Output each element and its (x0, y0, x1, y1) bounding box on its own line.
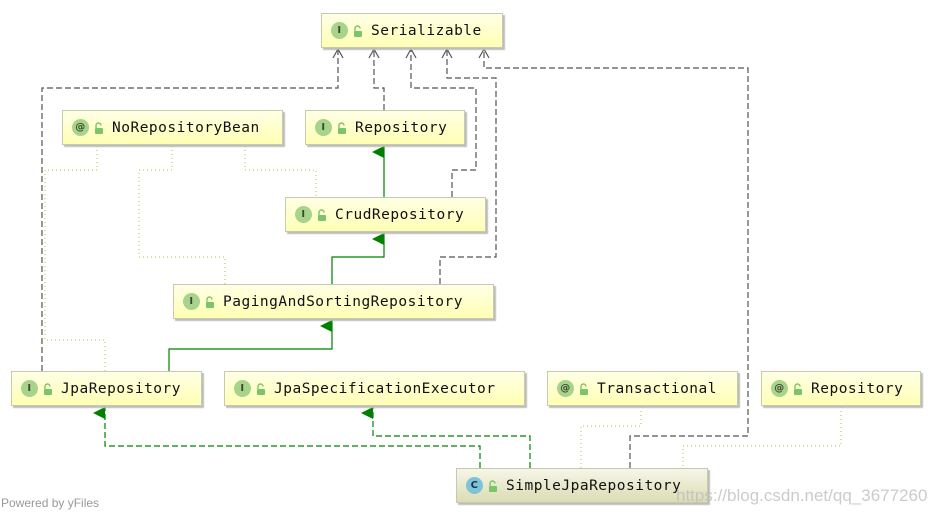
public-lock-icon (257, 382, 265, 395)
interface-icon: I (234, 380, 251, 397)
interface-icon: I (21, 380, 38, 397)
node-label: Serializable (371, 22, 482, 39)
public-lock-icon (206, 295, 214, 308)
interface-icon: I (331, 22, 348, 39)
node-label: JpaSpecificationExecutor (274, 380, 496, 397)
public-lock-icon (354, 24, 362, 37)
node-serializable[interactable]: I Serializable (321, 13, 503, 48)
edge-repository-annotation-to-simple (682, 407, 842, 468)
node-label: PagingAndSortingRepository (223, 293, 463, 310)
node-transactional[interactable]: @ Transactional (547, 371, 738, 406)
edge-paging-to-serializable (439, 49, 497, 284)
edge-norepo-to-paging (138, 146, 226, 284)
uml-diagram: I Serializable @ NoRepositoryBean I Repositor… (0, 0, 928, 516)
edge-simple-implements-spec (361, 407, 531, 468)
node-crud-repository[interactable]: I CrudRepository (285, 197, 486, 232)
annotation-icon: @ (771, 380, 788, 397)
edge-transactional-to-simple (580, 407, 642, 468)
public-lock-icon (338, 121, 346, 134)
edge-norepo-to-jpa (44, 146, 106, 371)
edge-paging-extends-crud (331, 233, 385, 284)
node-jpa-specification-executor[interactable]: I JpaSpecificationExecutor (224, 371, 525, 406)
edge-repository-to-serializable (374, 49, 385, 110)
annotation-icon: @ (557, 380, 574, 397)
node-label: SimpleJpaRepository (506, 477, 682, 494)
public-lock-icon (95, 121, 103, 134)
edge-simple-implements-jpa (93, 407, 481, 468)
interface-icon: I (183, 293, 200, 310)
node-label: Repository (811, 380, 904, 397)
node-label: NoRepositoryBean (112, 119, 260, 136)
edges-layer (41, 0, 842, 468)
public-lock-icon (794, 382, 802, 395)
node-label: Repository (355, 119, 448, 136)
node-repository-annotation[interactable]: @ Repository (761, 371, 921, 406)
watermark: https://blog.csdn.net/qq_36772604 (676, 486, 928, 505)
interface-icon: I (315, 119, 332, 136)
node-simple-jpa-repository[interactable]: C SimpleJpaRepository (456, 468, 708, 503)
node-label: Transactional (597, 380, 717, 397)
node-no-repository-bean[interactable]: @ NoRepositoryBean (62, 110, 283, 145)
edge-norepo-to-crud (244, 146, 317, 197)
interface-icon: I (295, 206, 312, 223)
node-label: CrudRepository (335, 206, 465, 223)
powered-by-label: Powered by yFiles (1, 496, 100, 510)
node-label: JpaRepository (61, 380, 181, 397)
public-lock-icon (318, 208, 326, 221)
node-repository[interactable]: I Repository (305, 110, 465, 145)
class-icon: C (466, 477, 483, 494)
edge-jpa-extends-paging (168, 320, 333, 371)
public-lock-icon (580, 382, 588, 395)
public-lock-icon (489, 479, 497, 492)
public-lock-icon (44, 382, 52, 395)
node-jpa-repository[interactable]: I JpaRepository (11, 371, 202, 406)
node-paging-and-sorting-repository[interactable]: I PagingAndSortingRepository (173, 284, 494, 319)
annotation-icon: @ (72, 119, 89, 136)
